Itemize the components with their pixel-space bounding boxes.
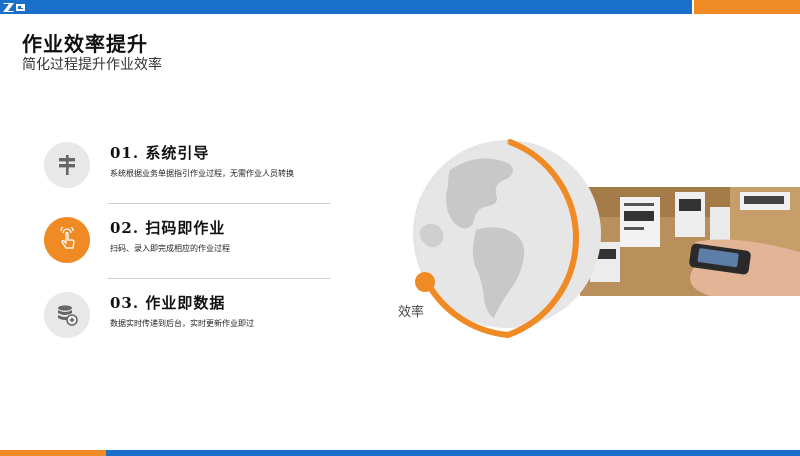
feature-heading: 01. 系统引导 xyxy=(110,144,210,162)
top-bar-orange xyxy=(694,0,800,14)
signpost-icon xyxy=(59,155,75,175)
signpost-icon-badge xyxy=(44,142,90,188)
tap-hand-icon-badge xyxy=(44,217,90,263)
divider xyxy=(108,203,330,204)
page-subtitle: 简化过程提升作业效率 xyxy=(22,57,162,73)
feature-item-scan: 02. 扫码即作业 扫码、录入即完成相应的作业过程 xyxy=(44,217,334,277)
feature-heading: 02. 扫码即作业 xyxy=(110,219,226,237)
database-icon-badge xyxy=(44,292,90,338)
top-bar-blue xyxy=(0,0,692,14)
feature-item-system-guide: 01. 系统引导 系统根据业务单据指引作业过程，无需作业人员转换 xyxy=(44,142,334,202)
bottom-bar-blue xyxy=(0,450,800,456)
tap-hand-icon xyxy=(60,227,75,249)
feature-description: 数据实时传递到后台，实时更新作业即过 xyxy=(110,319,254,328)
divider xyxy=(108,278,330,279)
feature-description: 扫码、录入即完成相应的作业过程 xyxy=(110,244,230,253)
database-icon xyxy=(58,305,78,326)
feature-item-data: 03. 作业即数据 数据实时传递到后台，实时更新作业即过 xyxy=(44,292,334,352)
feature-description: 系统根据业务单据指引作业过程，无需作业人员转换 xyxy=(110,169,294,178)
efficiency-visual xyxy=(380,130,800,350)
company-logo xyxy=(3,3,25,12)
efficiency-label: 效率 xyxy=(398,305,425,320)
page-title: 作业效率提升 xyxy=(22,32,148,56)
feature-heading: 03. 作业即数据 xyxy=(110,294,226,312)
bottom-bar-orange xyxy=(0,450,106,456)
